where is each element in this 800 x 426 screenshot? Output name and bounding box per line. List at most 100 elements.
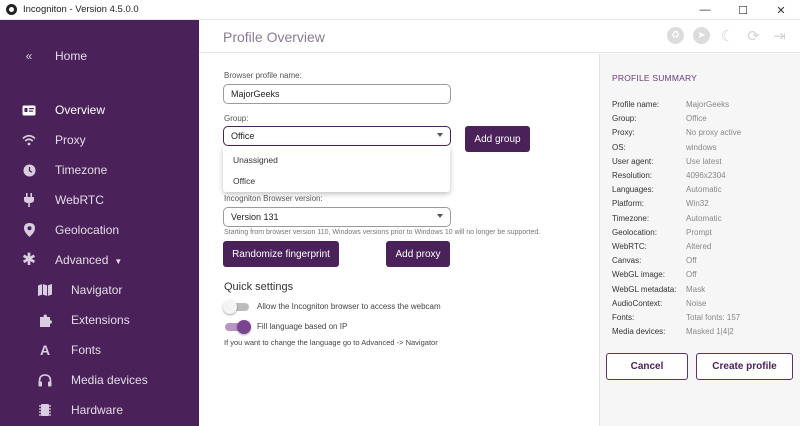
summary-key: OS: <box>612 142 626 152</box>
summary-value: Mask <box>686 284 706 294</box>
sidebar-item-label: Extensions <box>71 313 130 327</box>
sidebar-item-webrtc[interactable]: WebRTC <box>0 187 199 213</box>
sidebar-item-fonts[interactable]: A Fonts <box>0 337 199 363</box>
puzzle-piece-icon <box>38 313 52 327</box>
sidebar-item-navigator[interactable]: Navigator <box>0 277 199 303</box>
sidebar-item-proxy[interactable]: Proxy <box>0 127 199 153</box>
webcam-toggle[interactable] <box>223 300 249 314</box>
summary-value: windows <box>686 142 717 152</box>
sidebar-item-overview[interactable]: Overview <box>0 97 199 123</box>
language-toggle[interactable] <box>225 320 251 334</box>
summary-row: OS: windows <box>612 143 797 155</box>
logout-icon[interactable]: ⇥ <box>771 27 788 45</box>
sidebar-item-media-devices[interactable]: Media devices <box>0 367 199 393</box>
sidebar-item-label: Hardware <box>71 403 124 417</box>
window-title: Incogniton - Version 4.5.0.0 <box>23 4 139 15</box>
create-profile-button[interactable]: Create profile <box>696 353 793 380</box>
summary-value: Automatic <box>686 185 722 195</box>
sidebar-item-hardware[interactable]: Hardware <box>0 397 199 423</box>
summary-key: Timezone: <box>612 213 650 223</box>
id-card-icon <box>22 103 36 117</box>
summary-value: Automatic <box>686 213 722 223</box>
group-option-office[interactable]: Office <box>233 176 255 186</box>
double-chevron-left-icon: « <box>25 49 33 63</box>
summary-row: Media devices: Masked 1|4|2 <box>612 327 797 339</box>
summary-key: Fonts: <box>612 313 635 322</box>
browser-version-select[interactable]: Version 131 <box>223 207 451 227</box>
summary-key: Platform: <box>612 199 645 209</box>
browser-version-label: Incogniton Browser version: <box>224 194 323 203</box>
summary-key: WebRTC: <box>612 242 647 251</box>
summary-key: WebGL image: <box>612 270 665 280</box>
sidebar-item-label: Navigator <box>71 283 123 297</box>
sidebar-item-extensions[interactable]: Extensions <box>0 307 199 333</box>
profile-form: Browser profile name: Group: Office Add … <box>199 54 599 426</box>
add-group-button[interactable]: Add group <box>465 126 530 152</box>
summary-row: Resolution: 4096x2304 <box>612 171 797 183</box>
summary-row: AudioContext: Noise <box>612 299 797 311</box>
summary-row: Timezone: Automatic <box>612 214 797 226</box>
group-option-unassigned[interactable]: Unassigned <box>233 155 278 165</box>
randomize-fingerprint-button[interactable]: Randomize fingerprint <box>223 241 339 267</box>
summary-value: Prompt <box>686 227 712 237</box>
summary-row: Fonts: Total fonts: 157 <box>612 313 797 325</box>
sidebar-item-geolocation[interactable]: Geolocation <box>0 217 199 243</box>
summary-row: Profile name: MajorGeeks <box>612 100 797 112</box>
profile-name-label: Browser profile name: <box>224 71 302 80</box>
sidebar-item-label: Fonts <box>71 343 102 357</box>
add-proxy-button[interactable]: Add proxy <box>386 241 450 267</box>
recycle-icon[interactable]: ♻ <box>667 27 684 44</box>
quick-settings-heading: Quick settings <box>224 281 294 293</box>
dropdown-arrow-icon <box>437 214 443 218</box>
sidebar-item-label: Advanced ▼ <box>55 253 122 267</box>
close-button[interactable]: ✕ <box>762 0 800 20</box>
summary-value: 4096x2304 <box>686 171 726 180</box>
summary-value: Off <box>686 256 697 266</box>
browser-version-value: Version 131 <box>231 212 279 222</box>
summary-value: Office <box>686 114 707 124</box>
maximize-button[interactable]: ☐ <box>724 0 762 20</box>
summary-row: WebRTC: Altered <box>612 242 797 254</box>
summary-value: Masked 1|4|2 <box>686 327 734 337</box>
sidebar-item-advanced[interactable]: ✱ Advanced ▼ <box>0 247 199 273</box>
toggle-knob <box>223 300 237 314</box>
sidebar-item-home[interactable]: « Home <box>0 43 199 69</box>
summary-row: Platform: Win32 <box>612 199 797 211</box>
summary-value: Total fonts: 157 <box>686 313 741 322</box>
minimize-button[interactable]: — <box>686 0 724 20</box>
summary-key: Resolution: <box>612 171 653 180</box>
plug-icon <box>22 193 36 207</box>
summary-value: Noise <box>686 298 707 308</box>
caret-down-icon: ▼ <box>114 257 123 266</box>
sidebar-item-label: Timezone <box>55 163 108 177</box>
cancel-button[interactable]: Cancel <box>606 353 688 380</box>
summary-key: AudioContext: <box>612 298 663 308</box>
font-letter-icon: A <box>39 342 51 358</box>
refresh-icon[interactable]: ⟳ <box>745 27 762 45</box>
summary-value: Off <box>686 270 697 280</box>
toggle-knob <box>237 320 251 334</box>
page-header: Profile Overview ♻ ➤ ☾ ⟳ ⇥ <box>199 20 800 53</box>
profile-name-input[interactable] <box>223 84 451 104</box>
sidebar-item-timezone[interactable]: Timezone <box>0 157 199 183</box>
window-controls: — ☐ ✕ <box>686 0 800 20</box>
header-actions: ♻ ➤ ☾ ⟳ ⇥ <box>667 27 788 45</box>
summary-value: Win32 <box>686 199 709 209</box>
clock-icon <box>22 163 36 177</box>
version-note: Starting from browser version 110, Windo… <box>224 229 541 236</box>
sidebar-item-label: Geolocation <box>55 223 120 237</box>
summary-value: MajorGeeks <box>686 100 730 109</box>
summary-key: Languages: <box>612 185 654 195</box>
group-select[interactable]: Office <box>223 126 451 146</box>
summary-key: Media devices: <box>612 327 666 337</box>
group-select-value: Office <box>231 131 255 141</box>
headphones-icon <box>38 373 52 387</box>
summary-key: WebGL metadata: <box>612 284 677 294</box>
cpu-chip-icon <box>38 403 52 417</box>
sidebar: « Home Overview Proxy Timezone WebRTC Ge… <box>0 20 199 426</box>
summary-title: PROFILE SUMMARY <box>612 73 698 83</box>
telegram-icon[interactable]: ➤ <box>693 27 710 44</box>
webcam-toggle-label: Allow the Incogniton browser to access t… <box>257 302 441 311</box>
language-note: If you want to change the language go to… <box>224 338 438 347</box>
moon-icon[interactable]: ☾ <box>719 27 736 45</box>
